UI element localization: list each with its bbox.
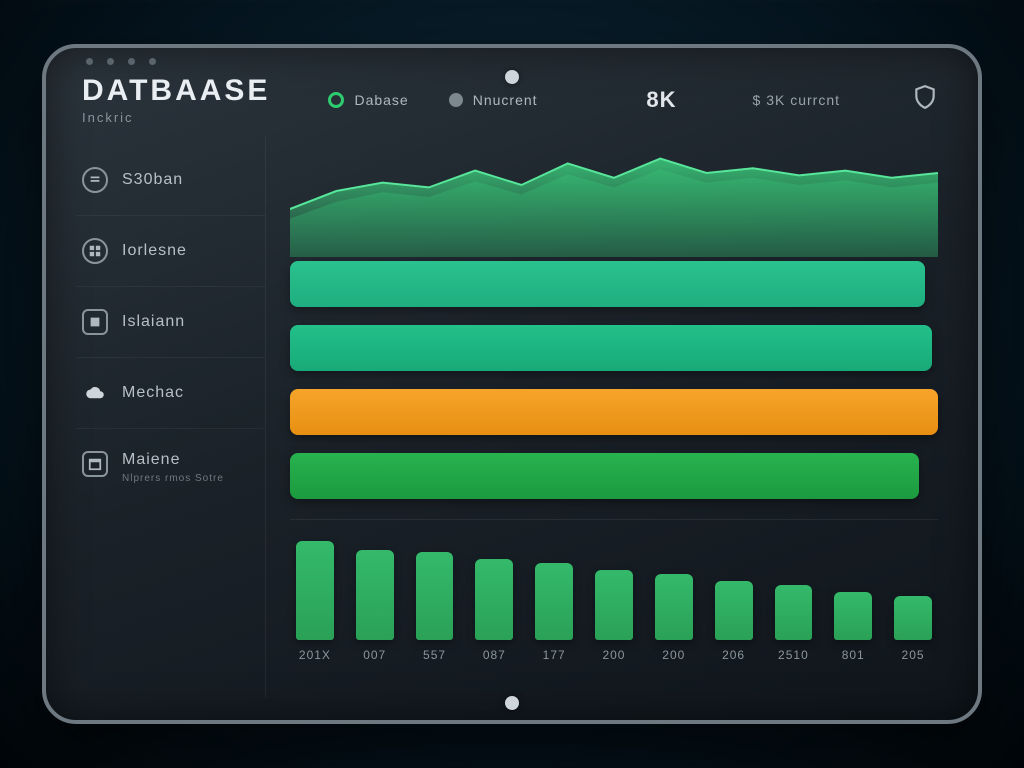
- sidebar-item-islaiann[interactable]: Islaiann: [76, 287, 265, 358]
- vbar: [535, 563, 573, 640]
- app-title: DATBAASE: [82, 74, 270, 108]
- circle-lines-icon: [82, 167, 108, 193]
- sidebar-item-label: S30ban: [122, 171, 183, 189]
- vbar: [416, 552, 454, 640]
- window-dots: [86, 58, 156, 65]
- sidebar-item-s30ban[interactable]: S30ban: [76, 145, 265, 216]
- hbar-2: [290, 325, 932, 371]
- x-tick: 007: [356, 648, 394, 662]
- vertical-bar-chart: [290, 530, 938, 640]
- vbar: [775, 585, 813, 640]
- x-tick: 087: [475, 648, 513, 662]
- sidebar-item-mechac[interactable]: Mechac: [76, 358, 265, 429]
- sidebar-item-label: Islaiann: [122, 313, 185, 331]
- grid-icon: [82, 238, 108, 264]
- hbar-1: [290, 261, 925, 307]
- x-axis: 201X 007 557 087 177 200 200 206 2510 801 205: [290, 640, 938, 662]
- sidebar-item-label: Mechac: [122, 384, 184, 402]
- vbar: [356, 550, 394, 640]
- app-subtitle: Inckric: [82, 110, 270, 125]
- dashboard-window: DATBAASE Inckric Dabase Nnucrent 8K $ 3K…: [42, 44, 982, 724]
- calendar-icon: [82, 451, 108, 477]
- cube-icon: [82, 309, 108, 335]
- vbar: [655, 574, 693, 640]
- vbar: [834, 592, 872, 640]
- horizontal-bars: [290, 261, 938, 499]
- vbar: [296, 541, 334, 640]
- handle-top-icon: [505, 70, 519, 84]
- vbar: [715, 581, 753, 640]
- legend-label: Dabase: [354, 92, 408, 108]
- shield-icon[interactable]: [912, 84, 938, 115]
- sidebar-item-label: Iorlesne: [122, 242, 187, 260]
- x-tick: 801: [834, 648, 872, 662]
- sidebar-item-sublabel: Nlprers rmos Sotre: [122, 473, 224, 484]
- legend-item-current[interactable]: Nnucrent: [449, 92, 538, 108]
- x-tick: 205: [894, 648, 932, 662]
- area-chart: [290, 137, 938, 257]
- divider: [290, 519, 938, 520]
- handle-bottom-icon: [505, 696, 519, 710]
- stat-current: $ 3K currcnt: [753, 92, 840, 108]
- vbar: [894, 596, 932, 640]
- cloud-icon: [82, 380, 108, 406]
- x-tick: 206: [715, 648, 753, 662]
- x-tick: 200: [655, 648, 693, 662]
- charts-panel: 201X 007 557 087 177 200 200 206 2510 801 205: [266, 137, 948, 697]
- stat-total: 8K: [646, 87, 676, 113]
- dot-icon: [449, 93, 463, 107]
- x-tick: 201X: [296, 648, 334, 662]
- x-tick: 2510: [775, 648, 813, 662]
- vbar: [475, 559, 513, 640]
- x-tick: 557: [416, 648, 454, 662]
- hbar-3: [290, 389, 938, 435]
- sidebar-item-label: Maiene: [122, 451, 180, 468]
- sidebar: S30ban Iorlesne Islaiann Mechac Maiene N…: [76, 137, 266, 697]
- ring-icon: [328, 92, 344, 108]
- x-tick: 177: [535, 648, 573, 662]
- vbar: [595, 570, 633, 640]
- hbar-4: [290, 453, 919, 499]
- x-tick: 200: [595, 648, 633, 662]
- legend: Dabase Nnucrent: [328, 92, 537, 108]
- legend-item-database[interactable]: Dabase: [328, 92, 408, 108]
- sidebar-item-iorlesne[interactable]: Iorlesne: [76, 216, 265, 287]
- legend-label: Nnucrent: [473, 92, 538, 108]
- sidebar-item-maiene[interactable]: Maiene Nlprers rmos Sotre: [76, 429, 265, 506]
